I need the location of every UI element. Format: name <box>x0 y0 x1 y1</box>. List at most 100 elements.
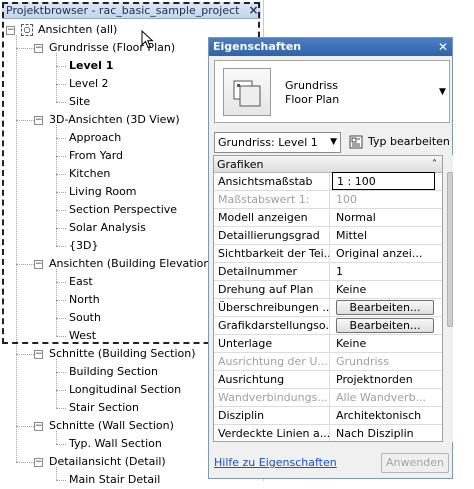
tree-item[interactable]: Typ. Wall Section <box>69 435 162 453</box>
group-header-graphics[interactable]: Grafiken ˄ <box>214 156 442 173</box>
property-row[interactable]: Unterlage Keine <box>214 335 442 353</box>
property-name: Grafikdarstellungso... <box>214 317 330 334</box>
property-name: Ansichtsmaßstab <box>214 173 330 190</box>
tree-item[interactable]: West <box>69 327 96 345</box>
tree-item[interactable]: Main Stair Detail <box>69 471 160 489</box>
property-value[interactable]: Normal <box>332 209 442 226</box>
properties-panel: Eigenschaften ✕ Grundriss Floor Plan ▼ G… <box>208 37 453 479</box>
edit-type-button[interactable]: Typ bearbeiten <box>368 133 450 151</box>
property-value[interactable]: Original anzei... <box>332 245 442 262</box>
mouse-cursor-icon <box>141 30 154 49</box>
property-name: Modell anzeigen <box>214 209 330 226</box>
property-name: Drehung auf Plan <box>214 281 330 298</box>
property-name: Verdeckte Linien a... <box>214 425 330 441</box>
property-value: 100 <box>336 193 357 206</box>
property-row[interactable]: Detailnummer 1 <box>214 263 442 281</box>
tree-item[interactable]: From Yard <box>69 147 123 165</box>
chevron-down-icon: ▼ <box>330 137 337 147</box>
collapse-toggle[interactable]: − <box>34 44 43 53</box>
instance-filter-dropdown[interactable]: Grundriss: Level 1 ▼ <box>214 132 341 153</box>
scrollbar-thumb[interactable] <box>447 172 453 327</box>
property-row[interactable]: Verdeckte Linien a... Nach Disziplin <box>214 425 442 441</box>
property-name: Detaillierungsgrad <box>214 227 330 244</box>
tree-item[interactable]: Living Room <box>69 183 137 201</box>
tree-item[interactable]: Longitudinal Section <box>69 381 181 399</box>
tree-item[interactable]: Site <box>69 93 90 111</box>
edit-type-icon[interactable] <box>349 135 363 149</box>
edit-button[interactable]: Bearbeiten... <box>336 318 434 333</box>
tree-item[interactable]: {3D} <box>69 237 98 255</box>
property-name: Sichtbarkeit der Tei... <box>214 245 330 262</box>
collapse-toggle[interactable]: − <box>34 458 43 467</box>
view-scale-input[interactable]: 1 : 100 <box>332 172 435 190</box>
collapse-toggle[interactable]: − <box>6 26 15 35</box>
property-value[interactable]: Mittel <box>332 227 442 244</box>
help-link[interactable]: Hilfe zu Eigenschaften <box>214 456 337 469</box>
collapse-toggle[interactable]: − <box>34 116 43 125</box>
property-value: Grundriss <box>336 355 390 368</box>
tree-item[interactable]: Stair Section <box>69 399 139 417</box>
property-row[interactable]: Ausrichtung Projektnorden <box>214 371 442 389</box>
type-selector[interactable]: Grundriss Floor Plan ▼ <box>214 60 450 123</box>
property-value[interactable]: 1 <box>332 263 442 280</box>
property-row[interactable]: Disziplin Architektonisch <box>214 407 442 425</box>
property-name: Ausrichtung der U... <box>214 353 330 370</box>
property-value[interactable]: Projektnorden <box>332 371 442 388</box>
property-name: Überschreibungen ... <box>214 299 330 316</box>
property-row[interactable]: Maßstabswert 1: 100 <box>214 191 442 209</box>
tree-item[interactable]: North <box>69 291 100 309</box>
edit-button[interactable]: Bearbeiten... <box>336 300 434 315</box>
collapse-toggle[interactable]: − <box>34 350 43 359</box>
tree-item[interactable]: Section Perspective <box>69 201 177 219</box>
property-row[interactable]: Ansichtsmaßstab 1 : 100 <box>214 172 442 191</box>
tree-item[interactable]: Level 1 <box>69 57 113 75</box>
project-browser-title: Projektbrowser - rac_basic_sample_projec… <box>2 2 261 19</box>
property-row[interactable]: Detaillierungsgrad Mittel <box>214 227 442 245</box>
tree-item[interactable]: Building Section <box>69 363 158 381</box>
property-row[interactable]: Ausrichtung der U... Grundriss <box>214 353 442 371</box>
tree-item[interactable]: Solar Analysis <box>69 219 146 237</box>
views-icon: ○ <box>21 24 33 36</box>
properties-title-text: Eigenschaften <box>213 40 302 53</box>
tree-group-elevations[interactable]: Ansichten (Building Elevation) <box>49 255 215 273</box>
tree-group-wall-sections[interactable]: Schnitte (Wall Section) <box>49 417 174 435</box>
tree-group-building-sections[interactable]: Schnitte (Building Section) <box>49 345 196 363</box>
group-header-label: Grafiken <box>217 158 264 171</box>
tree-group-views-3d[interactable]: 3D-Ansichten (3D View) <box>49 111 180 129</box>
property-row[interactable]: Modell anzeigen Normal <box>214 209 442 227</box>
property-row[interactable]: Überschreibungen ... Bearbeiten... <box>214 299 442 317</box>
property-name: Detailnummer <box>214 263 330 280</box>
collapse-toggle[interactable]: − <box>34 422 43 431</box>
dropdown-arrow-icon[interactable]: ▼ <box>439 87 446 97</box>
collapse-toggle[interactable]: − <box>34 260 43 269</box>
tree-item[interactable]: Level 2 <box>69 75 109 93</box>
property-row[interactable]: Wandverbindungs... Alle Wandverb... <box>214 389 442 407</box>
property-name: Wandverbindungs... <box>214 389 330 406</box>
property-row[interactable]: Sichtbarkeit der Tei... Original anzei... <box>214 245 442 263</box>
tree-item[interactable]: Approach <box>69 129 121 147</box>
property-name: Unterlage <box>214 335 330 352</box>
property-name: Ausrichtung <box>214 371 330 388</box>
apply-button[interactable]: Anwenden <box>381 453 449 473</box>
tree-group-floor-plans[interactable]: Grundrisse (Floor Plan) <box>49 39 175 57</box>
properties-title: Eigenschaften ✕ <box>209 38 452 56</box>
property-name: Disziplin <box>214 407 330 424</box>
tree-item[interactable]: Kitchen <box>69 165 110 183</box>
tree-item[interactable]: South <box>69 309 101 327</box>
tree-root[interactable]: Ansichten (all) <box>38 21 117 39</box>
property-value[interactable]: Keine <box>332 335 442 352</box>
collapse-icon[interactable]: ˄ <box>432 156 437 173</box>
type-family-label: Grundriss <box>285 79 339 92</box>
tree-group-detail-views[interactable]: Detailansicht (Detail) <box>49 453 166 471</box>
property-value[interactable]: Keine <box>332 281 442 298</box>
close-icon[interactable]: × <box>247 3 260 17</box>
close-icon[interactable]: ✕ <box>438 38 448 56</box>
property-value[interactable]: Architektonisch <box>332 407 442 424</box>
tree-item[interactable]: East <box>69 273 93 291</box>
instance-filter-value: Grundriss: Level 1 <box>218 136 318 149</box>
property-row[interactable]: Grafikdarstellungso... Bearbeiten... <box>214 317 442 335</box>
property-row[interactable]: Drehung auf Plan Keine <box>214 281 442 299</box>
property-name: Maßstabswert 1: <box>214 191 330 208</box>
type-name-label: Floor Plan <box>285 93 340 106</box>
property-value[interactable]: Nach Disziplin <box>332 425 442 441</box>
